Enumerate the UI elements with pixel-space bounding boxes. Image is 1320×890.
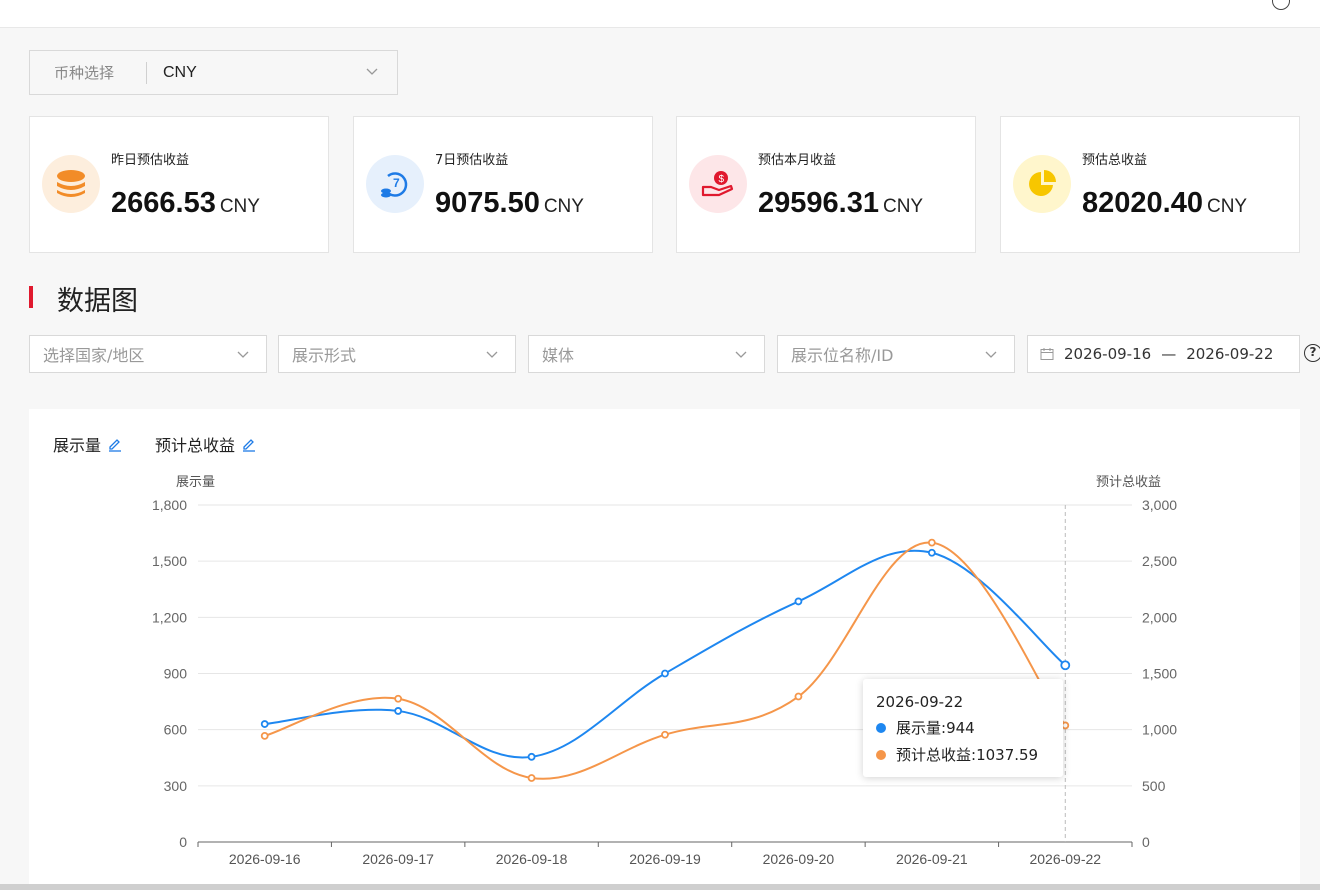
series-dot bbox=[876, 722, 886, 733]
x-tick-label: 2026-09-17 bbox=[362, 851, 434, 867]
chart-tooltip: 2026-09-22 展示量: 944 预计总收益: 1037.59 bbox=[863, 679, 1063, 777]
y-tick-label-left: 0 bbox=[179, 834, 187, 850]
data-point bbox=[794, 692, 803, 701]
data-point bbox=[1060, 660, 1071, 671]
line-chart: 0 0 300 500 600 1,000 900 1,500 1,200 2,000 1,500 2… bbox=[152, 497, 1177, 867]
tooltip-row-impressions: 展示量: 944 bbox=[876, 717, 1050, 738]
tooltip-value: 944 bbox=[946, 718, 975, 737]
data-point bbox=[927, 538, 936, 547]
data-point bbox=[527, 774, 536, 782]
x-tick-label: 2026-09-18 bbox=[496, 851, 568, 867]
y-tick-label-right: 3,000 bbox=[1142, 497, 1177, 513]
data-point bbox=[1061, 721, 1070, 730]
y-tick-label-right: 2,500 bbox=[1142, 553, 1177, 569]
horizontal-scrollbar[interactable] bbox=[0, 884, 1320, 890]
data-point bbox=[794, 597, 803, 606]
tooltip-date: 2026-09-22 bbox=[876, 693, 964, 711]
y-tick-label-left: 1,200 bbox=[152, 609, 187, 625]
data-point bbox=[394, 694, 403, 703]
y-tick-label-left: 1,500 bbox=[152, 553, 187, 569]
y-tick-label-right: 1,500 bbox=[1142, 666, 1177, 682]
series-dot bbox=[876, 749, 886, 760]
tooltip-value: 1037.59 bbox=[976, 745, 1039, 764]
data-point bbox=[260, 720, 269, 728]
data-point bbox=[661, 730, 669, 739]
y-tick-label-right: 0 bbox=[1142, 834, 1150, 850]
data-point bbox=[661, 669, 669, 678]
x-tick-label: 2026-09-16 bbox=[229, 851, 301, 867]
x-tick-label: 2026-09-20 bbox=[763, 851, 835, 867]
x-tick-label: 2026-09-22 bbox=[1029, 851, 1101, 867]
data-point bbox=[394, 707, 403, 715]
x-tick-label: 2026-09-19 bbox=[629, 851, 701, 867]
data-point bbox=[260, 731, 269, 740]
y-tick-label-right: 500 bbox=[1142, 778, 1166, 794]
x-tick-label: 2026-09-21 bbox=[896, 851, 968, 867]
tooltip-label: 预计总收益: bbox=[896, 746, 977, 764]
data-point bbox=[927, 548, 936, 557]
y-tick-label-left: 1,800 bbox=[152, 497, 187, 513]
data-point bbox=[527, 752, 536, 761]
y-tick-label-right: 1,000 bbox=[1142, 722, 1177, 738]
tooltip-label: 展示量: bbox=[896, 719, 947, 737]
y-tick-label-right: 2,000 bbox=[1142, 609, 1177, 625]
y-tick-label-left: 300 bbox=[164, 778, 188, 794]
tooltip-row-revenue: 预计总收益: 1037.59 bbox=[876, 744, 1050, 765]
y-tick-label-left: 900 bbox=[164, 666, 188, 682]
y-tick-label-left: 600 bbox=[164, 722, 188, 738]
